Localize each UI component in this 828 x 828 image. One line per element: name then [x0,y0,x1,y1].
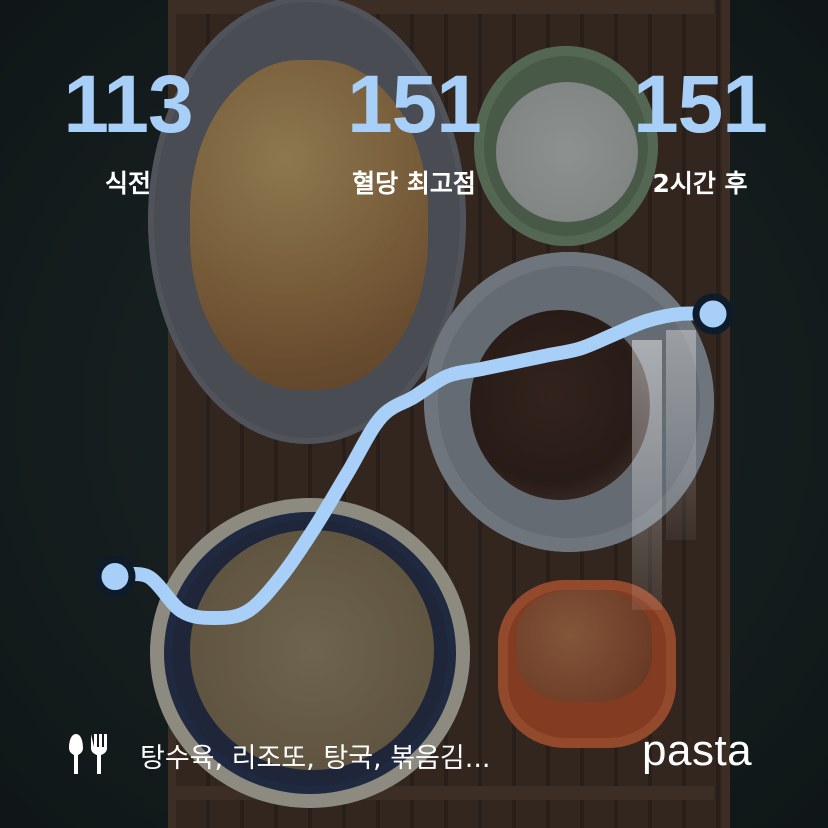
fork-knife-icon [69,734,107,774]
glucose-line-chart [94,293,734,625]
glucose-series-line [108,306,720,625]
start-point-marker [94,556,136,598]
meal-menu-text: 탕수육, 리조또, 탕국, 볶음김... [140,743,491,774]
end-point-marker [692,293,734,335]
brand-logo: pasta [642,726,753,775]
